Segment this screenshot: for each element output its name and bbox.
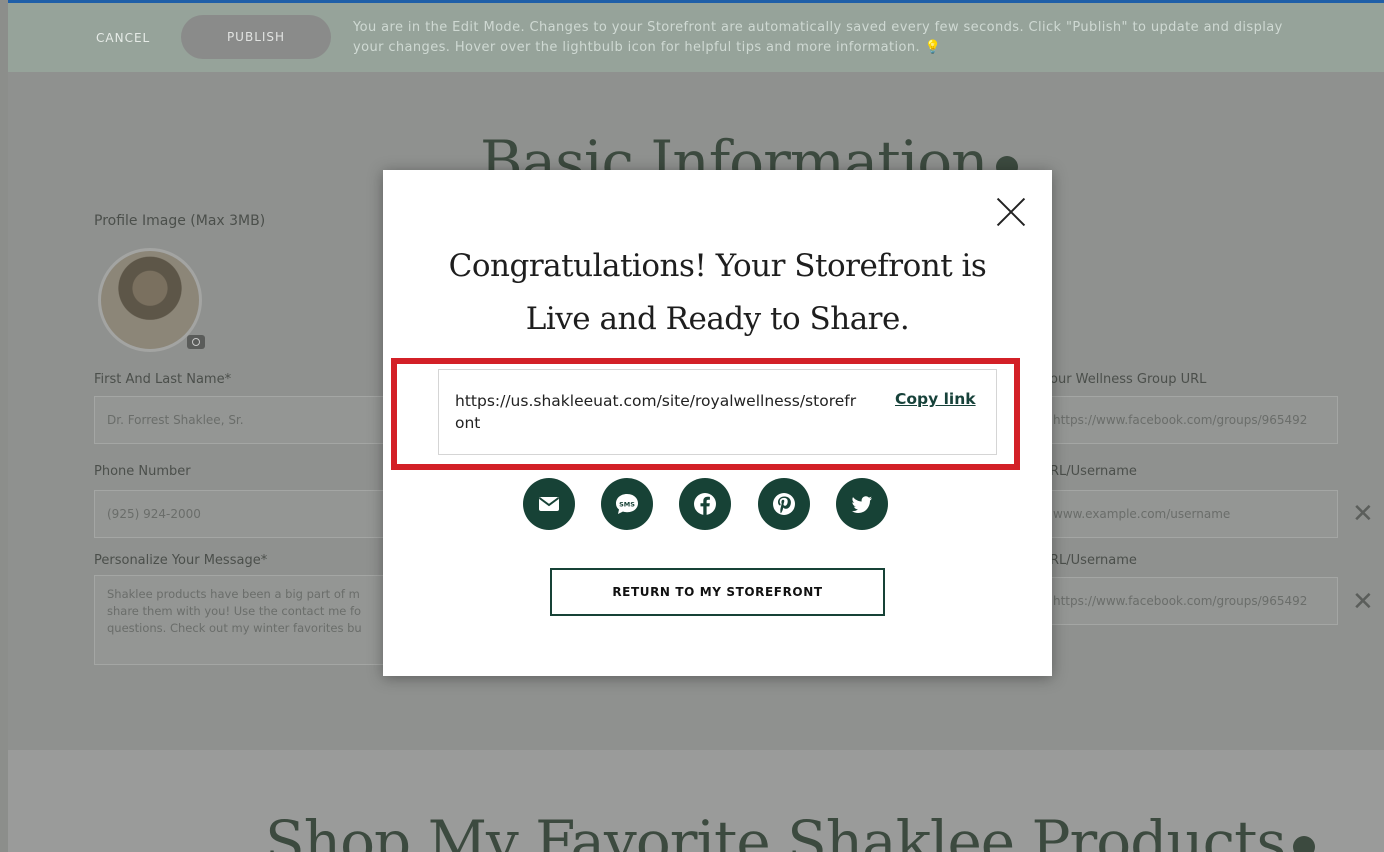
camera-icon[interactable] [187,335,205,349]
info-icon[interactable] [1293,835,1316,852]
profile-image-label: Profile Image (Max 3MB) [94,213,266,229]
wellness-group-field[interactable]: https://www.facebook.com/groups/965492 [1040,396,1338,444]
sms-icon[interactable]: SMS [601,478,653,530]
url-username-field-2[interactable]: https://www.facebook.com/groups/965492 [1040,577,1338,625]
publish-button[interactable]: PUBLISH [181,15,331,59]
name-label: First And Last Name* [94,372,232,387]
facebook-icon[interactable] [679,478,731,530]
message-textarea[interactable]: Shaklee products have been a big part of… [94,575,394,665]
wellness-group-label: our Wellness Group URL [1050,372,1207,387]
message-label: Personalize Your Message* [94,553,268,568]
modal-title: Congratulations! Your Storefront is Live… [448,248,987,337]
edit-mode-bar: CANCEL PUBLISH You are in the Edit Mode.… [8,0,1384,72]
twitter-icon[interactable] [836,478,888,530]
shop-favorites-heading: Shop My Favorite Shaklee Products [265,808,1316,852]
url-username-label-2: RL/Username [1050,553,1137,568]
highlight-box [391,358,1020,470]
edit-mode-message: You are in the Edit Mode. Changes to you… [353,20,1283,55]
cancel-button[interactable]: CANCEL [96,31,150,45]
phone-field[interactable]: (925) 924-2000 [94,490,394,538]
close-icon[interactable] [995,196,1027,228]
name-field[interactable]: Dr. Forrest Shaklee, Sr. [94,396,394,444]
pinterest-icon[interactable] [758,478,810,530]
clear-icon[interactable]: ✕ [1352,589,1374,615]
sms-icon-label: SMS [619,500,635,508]
phone-label: Phone Number [94,464,191,479]
url-username-field[interactable]: www.example.com/username [1040,490,1338,538]
email-icon[interactable] [523,478,575,530]
clear-icon[interactable]: ✕ [1352,501,1374,527]
url-username-label: RL/Username [1050,464,1137,479]
lightbulb-icon[interactable]: 💡 [925,40,942,55]
return-to-storefront-button[interactable]: RETURN TO MY STOREFRONT [550,568,885,616]
